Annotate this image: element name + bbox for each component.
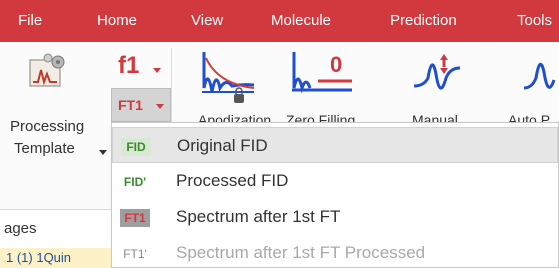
pages-panel-title: ages	[4, 220, 37, 237]
list-item[interactable]: 1 (1) 1Quin	[0, 248, 111, 268]
menu-molecule[interactable]: Molecule	[271, 0, 331, 42]
menu-item-label: Original FID	[177, 136, 268, 155]
menu-bar: File Home View Molecule Prediction Tools	[0, 0, 559, 42]
menu-file[interactable]: File	[18, 0, 42, 42]
menu-item-spectrum-after-1st-ft-processed: FT1' Spectrum after 1st FT Processed	[112, 235, 558, 268]
document-row-label: 1 (1) 1Quin	[6, 250, 72, 265]
menu-item-processed-fid[interactable]: FID' Processed FID	[112, 163, 558, 199]
processing-template-icon	[29, 53, 65, 87]
auto-phase-icon	[523, 62, 556, 90]
zero-filling-icon: 0	[292, 52, 352, 94]
menu-item-label: Processed FID	[176, 171, 289, 190]
chevron-down-icon	[99, 150, 107, 155]
menu-tools[interactable]: Tools	[517, 0, 552, 42]
ft1-processed-icon: FT1'	[123, 247, 147, 261]
menu-home[interactable]: Home	[97, 0, 137, 42]
svg-text:0: 0	[330, 52, 342, 77]
ft1-selector-button[interactable]: FT1	[111, 88, 171, 122]
menu-item-label: Spectrum after 1st FT Processed	[176, 243, 426, 262]
ft-selector-dropdown: FID Original FID FID' Processed FID FT1 …	[111, 122, 559, 268]
manual-phase-icon	[413, 54, 461, 90]
processing-template-label-line1: Processing	[10, 118, 85, 135]
chevron-down-icon	[156, 104, 164, 109]
fid-processed-icon: FID'	[123, 175, 147, 189]
menu-item-label: Spectrum after 1st FT	[176, 207, 341, 226]
apodization-icon	[202, 52, 255, 103]
chevron-down-icon[interactable]	[153, 68, 161, 73]
ft1-icon: FT1	[120, 209, 150, 227]
menu-item-spectrum-after-1st-ft[interactable]: FT1 Spectrum after 1st FT	[112, 199, 558, 235]
menu-item-original-fid[interactable]: FID Original FID	[112, 127, 558, 163]
processing-template-label-line2: Template	[14, 140, 75, 157]
fid-icon: FID	[121, 138, 151, 156]
f1-selector-button[interactable]: f1	[118, 52, 139, 80]
menu-prediction[interactable]: Prediction	[390, 0, 457, 42]
ft1-label: FT1	[118, 97, 143, 113]
menu-view[interactable]: View	[191, 0, 223, 42]
